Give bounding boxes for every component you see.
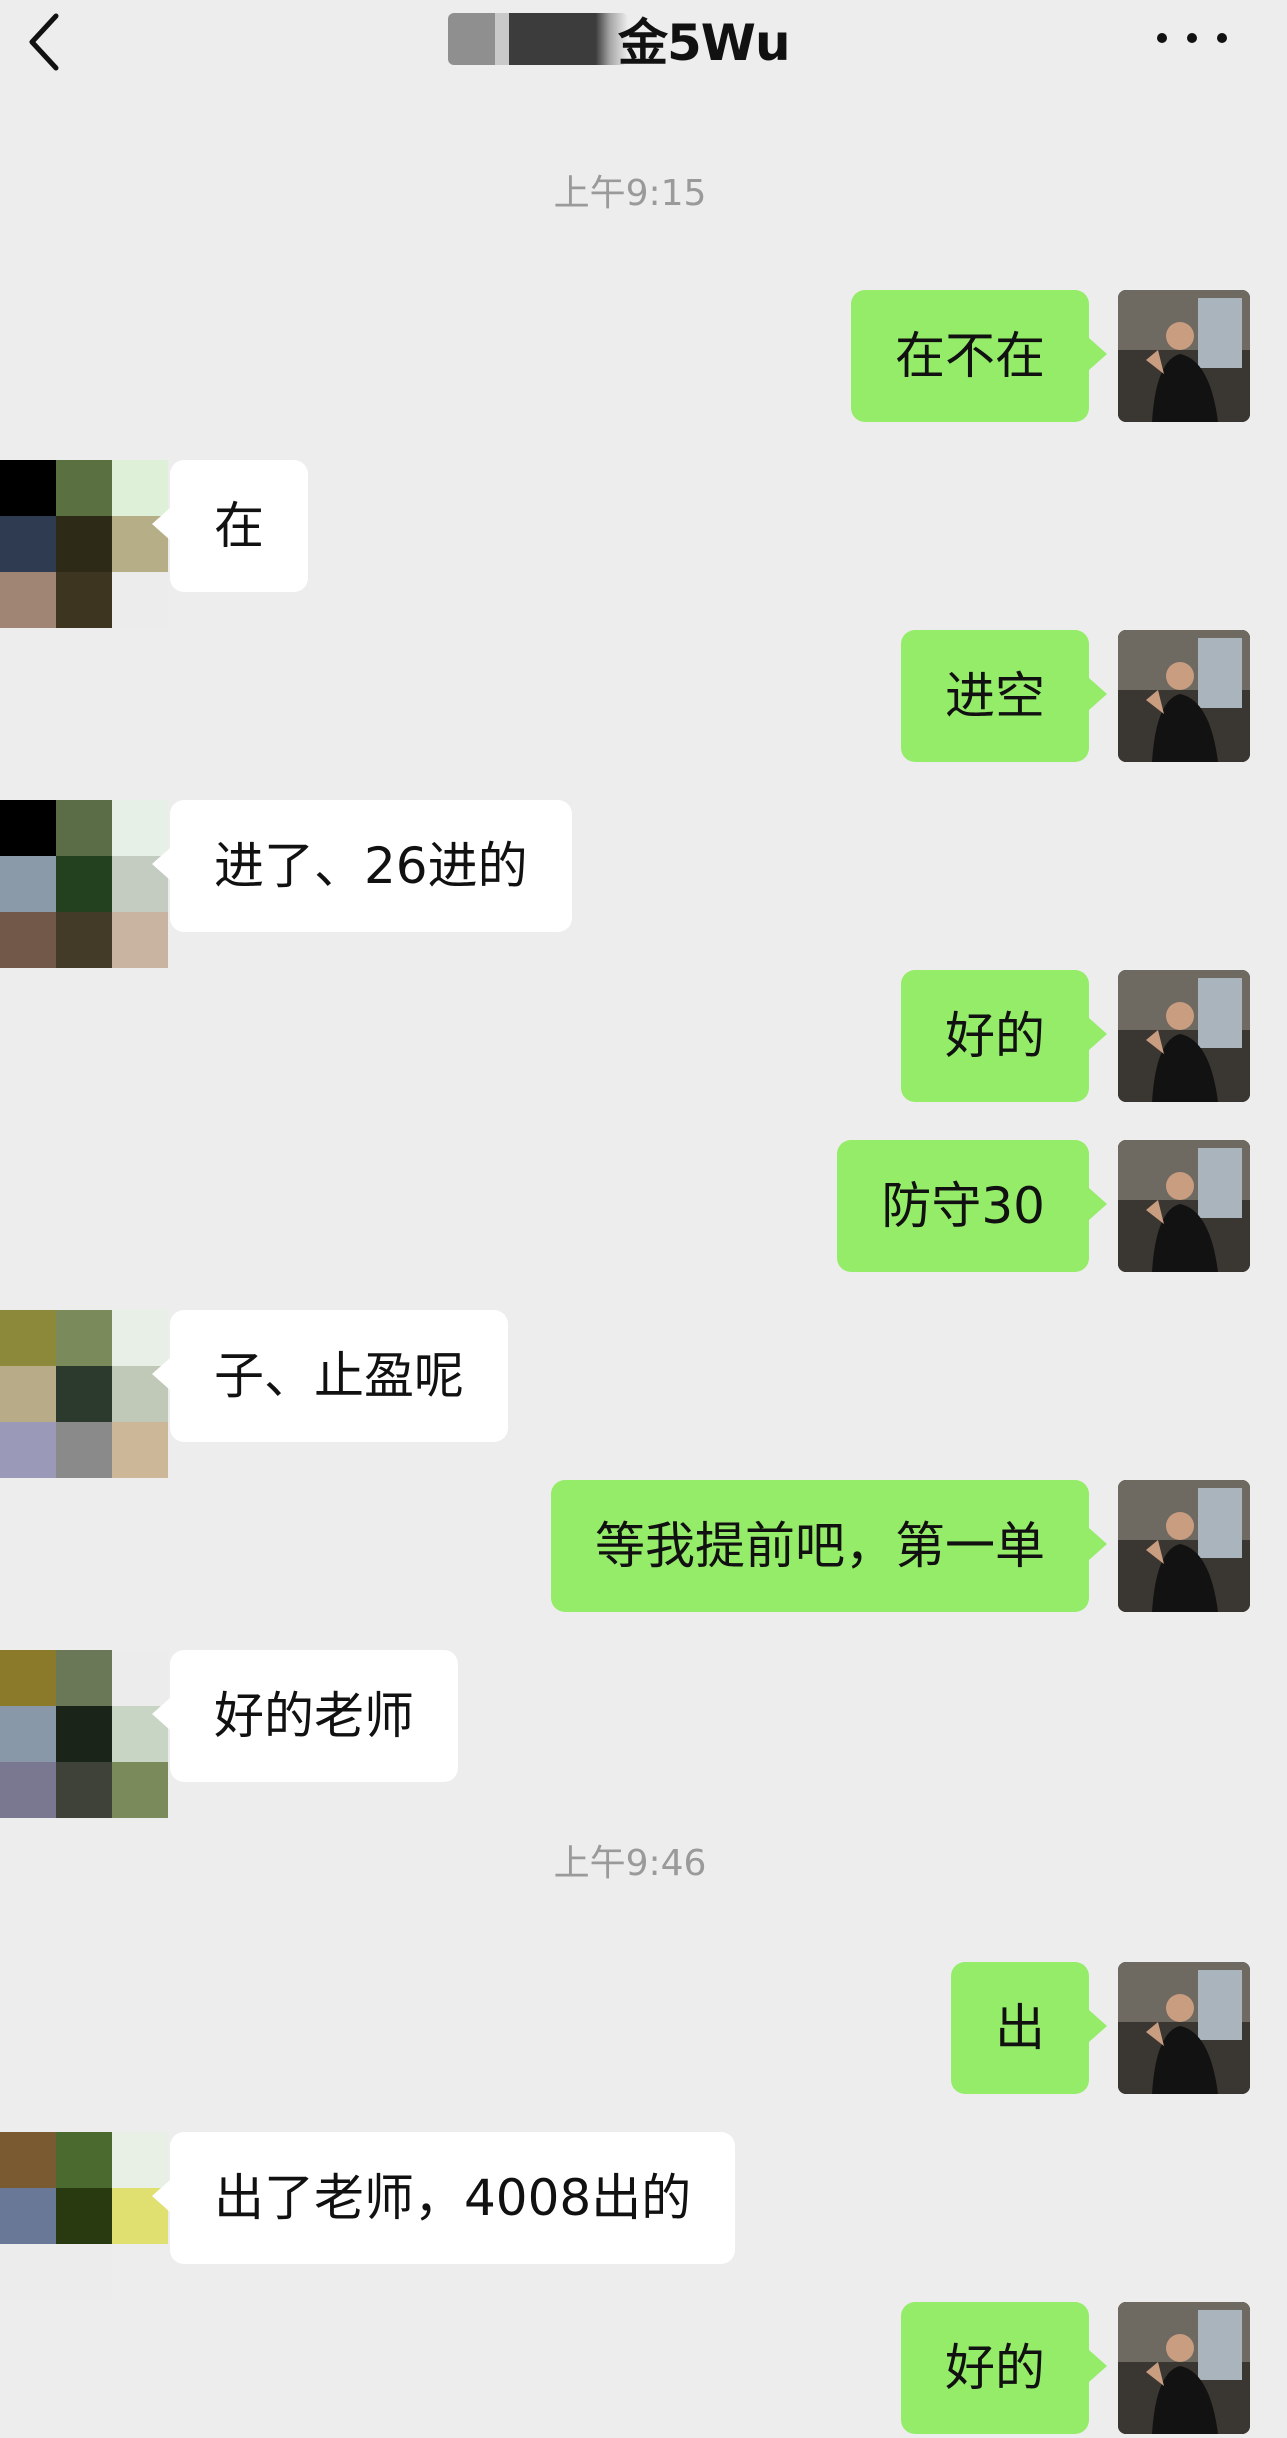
message-row-outgoing: 防守30 [0, 1140, 1287, 1276]
timestamp: 上午9:46 [553, 1843, 707, 1884]
contact-avatar-blurred[interactable] [0, 1310, 168, 1478]
my-avatar[interactable] [1118, 630, 1250, 762]
contact-avatar-blurred[interactable] [0, 460, 168, 628]
message-row-outgoing: 进空 [0, 630, 1287, 766]
message-bubble-outgoing[interactable]: 等我提前吧，第一单 [551, 1480, 1107, 1612]
message-row-outgoing: 在不在 [0, 290, 1287, 426]
message-bubble-incoming[interactable]: 在 [152, 460, 308, 592]
my-avatar[interactable] [1118, 1480, 1250, 1612]
back-button[interactable] [18, 12, 78, 72]
message-row-outgoing: 等我提前吧，第一单 [0, 1480, 1287, 1616]
message-bubble-outgoing[interactable]: 防守30 [837, 1140, 1107, 1272]
my-avatar[interactable] [1118, 290, 1250, 422]
message-bubble-outgoing[interactable]: 进空 [901, 630, 1107, 762]
message-bubble-outgoing[interactable]: 在不在 [851, 290, 1107, 422]
message-row-incoming: 子、止盈呢 [0, 1310, 1287, 1478]
message-row-outgoing: 出 [0, 1962, 1287, 2098]
message-bubble-outgoing[interactable]: 好的 [901, 970, 1107, 1102]
message-row-incoming: 进了、26进的 [0, 800, 1287, 968]
message-bubble-incoming[interactable]: 出了老师，4008出的 [151, 2132, 736, 2264]
message-row-outgoing: 好的 [0, 2302, 1287, 2438]
contact-avatar-blurred[interactable] [0, 1650, 168, 1818]
my-avatar[interactable] [1118, 2302, 1250, 2434]
message-bubble-incoming[interactable]: 好的老师 [152, 1650, 458, 1782]
my-avatar[interactable] [1118, 1140, 1250, 1272]
chat-title: 金5Wu [448, 0, 791, 78]
redacted-name-blur [448, 13, 628, 65]
contact-avatar-blurred[interactable] [0, 800, 168, 968]
message-row-incoming: 在 [0, 460, 1287, 628]
my-avatar[interactable] [1118, 1962, 1250, 2094]
message-row-incoming: 出了老师，4008出的 [0, 2132, 1287, 2300]
chat-title-text: 金5Wu [618, 14, 791, 72]
more-dots-icon [1157, 33, 1167, 43]
message-bubble-incoming[interactable]: 进了、26进的 [152, 800, 572, 932]
chevron-left-icon [29, 13, 59, 71]
message-bubble-incoming[interactable]: 子、止盈呢 [152, 1310, 508, 1442]
contact-avatar-blurred[interactable] [0, 2132, 168, 2300]
timestamp: 上午9:15 [553, 173, 707, 214]
my-avatar[interactable] [1118, 970, 1250, 1102]
message-bubble-outgoing[interactable]: 出 [951, 1962, 1107, 2094]
chat-header: 金5Wu [0, 0, 1287, 86]
message-bubble-outgoing[interactable]: 好的 [901, 2302, 1107, 2434]
message-row-outgoing: 好的 [0, 970, 1287, 1106]
more-options-button[interactable] [1157, 18, 1227, 58]
message-row-incoming: 好的老师 [0, 1650, 1287, 1818]
